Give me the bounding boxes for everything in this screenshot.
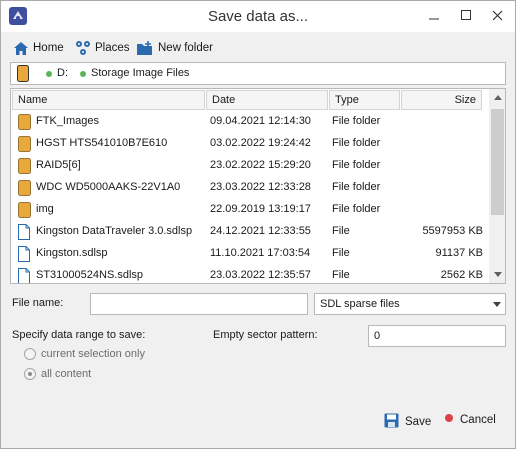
path-separator-dot xyxy=(46,71,52,77)
file-date-cell: 23.02.2022 15:29:20 xyxy=(210,159,311,171)
drive-icon xyxy=(17,65,29,85)
file-type-cell: File xyxy=(332,247,350,259)
file-icon xyxy=(18,268,30,283)
file-date-cell: 22.09.2019 13:19:17 xyxy=(210,203,311,215)
file-type-value: SDL sparse files xyxy=(320,298,400,310)
path-segment-folder[interactable]: Storage Image Files xyxy=(91,67,189,79)
file-list-row[interactable]: Kingston.sdlsp 11.10.2021 17:03:54 File 911… xyxy=(12,243,489,265)
scroll-down-button[interactable] xyxy=(489,266,505,283)
scroll-up-button[interactable] xyxy=(489,89,505,106)
places-button[interactable]: Places xyxy=(75,39,130,57)
file-date-cell: 24.12.2021 12:33:55 xyxy=(210,225,311,237)
file-type-cell: File folder xyxy=(332,137,381,149)
path-bar[interactable]: D: Storage Image Files xyxy=(10,62,506,85)
places-label: Places xyxy=(95,42,130,54)
file-date-cell: 03.02.2022 19:24:42 xyxy=(210,137,311,149)
file-name-cell: RAID5[6] xyxy=(36,159,81,171)
empty-sector-pattern-input[interactable] xyxy=(368,325,506,347)
column-header-size[interactable]: Size xyxy=(401,90,482,110)
file-name-cell: Kingston DataTraveler 3.0.sdlsp xyxy=(36,225,193,237)
save-dialog: Save data as... Home Places New folder D… xyxy=(0,0,516,449)
file-name-cell: ST31000524NS.sdlsp xyxy=(36,269,144,281)
file-list-row[interactable]: RAID5[6] 23.02.2022 15:29:20 File folder xyxy=(12,155,489,177)
places-icon xyxy=(75,40,91,56)
radio-checked-icon xyxy=(24,368,36,380)
file-list-row[interactable]: WDC WD5000AAKS-22V1A0 23.03.2022 12:33:28… xyxy=(12,177,489,199)
file-name-input[interactable] xyxy=(90,293,308,315)
file-size-cell: 91137 KB xyxy=(435,247,483,259)
new-folder-button[interactable]: New folder xyxy=(136,39,213,57)
column-header-name[interactable]: Name xyxy=(12,90,205,110)
file-type-cell: File xyxy=(332,269,350,281)
file-type-cell: File folder xyxy=(332,115,381,127)
folder-icon xyxy=(18,180,31,199)
file-list-row[interactable]: Kingston DataTraveler 3.0.sdlsp 24.12.202… xyxy=(12,221,489,243)
file-type-cell: File folder xyxy=(332,181,381,193)
radio-current-selection-label: current selection only xyxy=(41,348,145,360)
file-date-cell: 11.10.2021 17:03:54 xyxy=(210,247,311,259)
file-list-row[interactable]: ST31000524NS.sdlsp 23.03.2022 12:35:57 Fil… xyxy=(12,265,489,283)
close-button[interactable] xyxy=(482,1,512,29)
file-type-cell: File xyxy=(332,225,350,237)
home-button[interactable]: Home xyxy=(13,39,64,57)
home-label: Home xyxy=(33,42,64,54)
file-date-cell: 23.03.2022 12:35:57 xyxy=(210,269,311,281)
home-icon xyxy=(13,41,29,56)
file-name-cell: FTK_Images xyxy=(36,115,99,127)
empty-sector-pattern-label: Empty sector pattern: xyxy=(213,329,318,341)
toolbar: Home Places New folder xyxy=(1,32,515,62)
cancel-label: Cancel xyxy=(460,413,496,426)
save-icon xyxy=(384,413,399,431)
scrollbar-thumb[interactable] xyxy=(491,109,504,215)
file-date-cell: 09.04.2021 12:14:30 xyxy=(210,115,311,127)
file-list-row[interactable]: HGST HTS541010B7E610 03.02.2022 19:24:42 F… xyxy=(12,133,489,155)
file-date-cell: 23.03.2022 12:33:28 xyxy=(210,181,311,193)
folder-icon xyxy=(18,202,31,221)
file-name-cell: Kingston.sdlsp xyxy=(36,247,108,259)
radio-unchecked-icon xyxy=(24,348,36,360)
save-button[interactable]: Save xyxy=(384,413,431,431)
column-header-date[interactable]: Date xyxy=(206,90,328,110)
file-size-cell: 2562 KB xyxy=(440,269,483,281)
file-size-cell: 5597953 KB xyxy=(422,225,483,237)
folder-icon xyxy=(18,158,31,177)
new-folder-icon xyxy=(136,40,154,56)
folder-icon xyxy=(18,114,31,133)
file-type-cell: File folder xyxy=(332,159,381,171)
radio-all-content-label: all content xyxy=(41,368,92,380)
cancel-dot-icon xyxy=(444,413,454,426)
minimize-button[interactable] xyxy=(419,1,449,29)
folder-icon xyxy=(18,136,31,155)
file-icon xyxy=(18,246,30,265)
cancel-button[interactable]: Cancel xyxy=(444,413,496,426)
new-folder-label: New folder xyxy=(158,42,213,54)
file-icon xyxy=(18,224,30,243)
chevron-down-icon[interactable] xyxy=(488,294,505,314)
data-range-label: Specify data range to save: xyxy=(12,329,146,341)
save-label: Save xyxy=(405,416,432,428)
file-name-cell: HGST HTS541010B7E610 xyxy=(36,137,168,149)
file-type-cell: File folder xyxy=(332,203,381,215)
path-segment-drive[interactable]: D: xyxy=(57,67,68,79)
path-separator-dot xyxy=(80,71,86,77)
file-list-row[interactable]: FTK_Images 09.04.2021 12:14:30 File folder xyxy=(12,111,489,133)
radio-all-content[interactable]: all content xyxy=(24,368,91,380)
dialog-footer: Save Cancel xyxy=(1,399,515,448)
column-header-type[interactable]: Type xyxy=(329,90,400,110)
file-type-select[interactable]: SDL sparse files xyxy=(314,293,506,315)
file-name-cell: img xyxy=(36,203,54,215)
vertical-scrollbar[interactable] xyxy=(489,89,505,283)
file-name-cell: WDC WD5000AAKS-22V1A0 xyxy=(36,181,181,193)
radio-current-selection[interactable]: current selection only xyxy=(24,348,145,360)
file-list[interactable]: Name Date Type Size FTK_Images 09.04.2021… xyxy=(10,88,506,284)
file-name-label: File name: xyxy=(12,297,64,309)
title-bar: Save data as... xyxy=(1,1,515,32)
maximize-button[interactable] xyxy=(451,1,481,29)
file-list-row[interactable]: img 22.09.2019 13:19:17 File folder xyxy=(12,199,489,221)
